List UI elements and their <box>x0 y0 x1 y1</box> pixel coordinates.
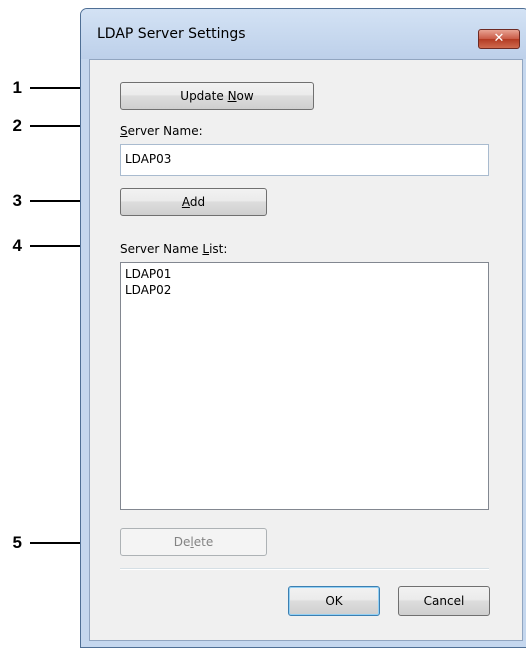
server-name-value: LDAP03 <box>125 152 172 166</box>
title-bar[interactable]: LDAP Server Settings ✕ <box>81 9 526 59</box>
ok-label: OK <box>325 594 343 608</box>
cancel-button[interactable]: Cancel <box>398 586 490 616</box>
close-icon: ✕ <box>493 31 505 46</box>
server-name-label: Server Name: <box>120 124 203 138</box>
add-label: Add <box>181 195 206 209</box>
callout-5: 5 <box>12 533 22 552</box>
server-name-input[interactable]: LDAP03 <box>120 144 489 176</box>
add-button[interactable]: Add <box>120 188 267 216</box>
update-now-label: Update Now <box>180 89 254 103</box>
cancel-label: Cancel <box>423 594 465 608</box>
dialog-body: Update Now Server Name: LDAP03 Add Serve… <box>89 59 523 641</box>
callout-3: 3 <box>12 191 22 210</box>
callout-2: 2 <box>12 116 22 135</box>
list-item[interactable]: LDAP02 <box>125 282 484 298</box>
delete-button[interactable]: Delete <box>120 528 267 556</box>
callout-1: 1 <box>12 78 22 97</box>
dialog-title: LDAP Server Settings <box>97 26 246 42</box>
ok-button[interactable]: OK <box>288 586 380 616</box>
close-button[interactable]: ✕ <box>478 29 520 49</box>
separator <box>120 568 489 570</box>
list-item[interactable]: LDAP01 <box>125 266 484 282</box>
server-name-list[interactable]: LDAP01 LDAP02 <box>120 262 489 510</box>
server-name-list-label: Server Name List: <box>120 242 228 256</box>
delete-label: Delete <box>173 535 214 549</box>
callout-4: 4 <box>12 236 22 255</box>
update-now-button[interactable]: Update Now <box>120 82 314 110</box>
ldap-server-settings-dialog: LDAP Server Settings ✕ Update Now Server… <box>80 8 526 648</box>
